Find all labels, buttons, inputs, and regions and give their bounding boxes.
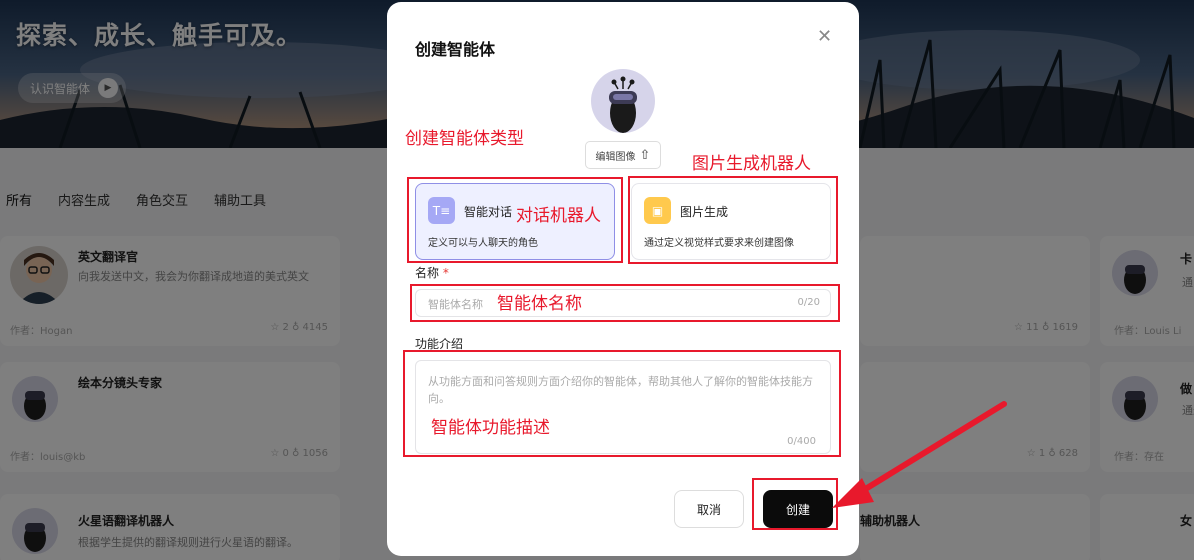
annotation-agent-name: 智能体名称 — [497, 294, 582, 314]
annotation-box-name — [410, 284, 840, 322]
annotation-box-image-type — [628, 176, 838, 264]
edit-image-button[interactable]: 编辑图像 ⇧ — [585, 141, 661, 169]
annotation-chat-bot: 对话机器人 — [516, 206, 601, 226]
annotation-type-section: 创建智能体类型 — [405, 129, 524, 149]
annotation-box-intro — [403, 350, 841, 457]
annotation-agent-desc: 智能体功能描述 — [431, 418, 550, 438]
close-icon[interactable]: ✕ — [817, 26, 832, 47]
annotation-image-bot: 图片生成机器人 — [692, 154, 811, 174]
cancel-button[interactable]: 取消 — [674, 490, 744, 528]
dialog-title: 创建智能体 — [415, 40, 496, 59]
name-label: 名称 * — [415, 266, 449, 280]
edit-image-label: 编辑图像 — [595, 151, 636, 163]
upload-icon: ⇧ — [639, 147, 651, 163]
annotation-arrow — [832, 401, 1007, 508]
agent-avatar — [591, 69, 655, 133]
create-agent-dialog: 创建智能体 ✕ 编辑图像 ⇧ T≡ 智能对话 定义可以与人聊天的角色 ▣ 图片生… — [387, 2, 859, 556]
